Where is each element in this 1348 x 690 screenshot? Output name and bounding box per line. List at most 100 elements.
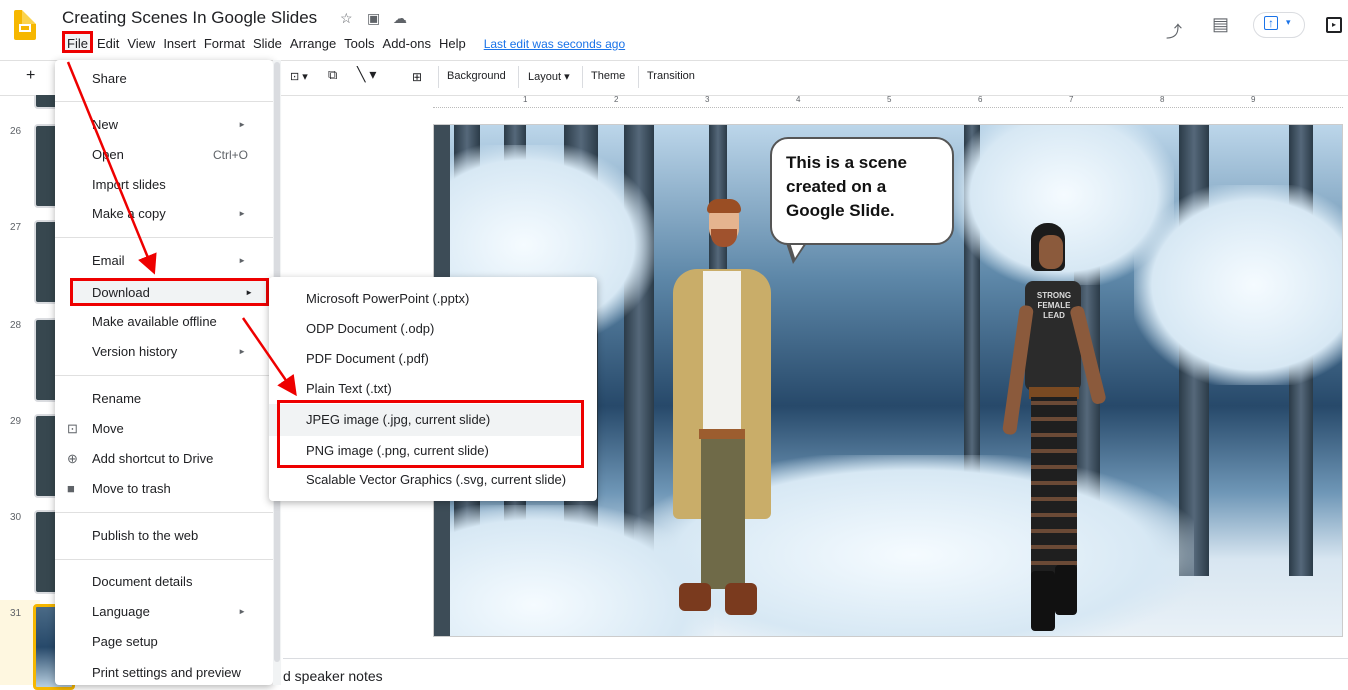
layout-label: Layout (528, 71, 562, 83)
ruler-mark: 5 (887, 95, 892, 104)
menu-item-label: Make a copy (92, 206, 166, 221)
menu-separator (55, 237, 273, 238)
image-icon[interactable]: ⊡ ▾ (290, 70, 308, 83)
menu-item-language[interactable]: Language ► (92, 601, 262, 623)
menu-slide[interactable]: Slide (249, 35, 286, 53)
menu-item-rename[interactable]: Rename (92, 388, 262, 410)
menu-item-email[interactable]: Email ► (92, 250, 262, 272)
man-beard (711, 229, 737, 247)
slides-logo[interactable] (14, 10, 36, 40)
woman-character[interactable]: STRONG FEMALE LEAD (989, 215, 1109, 635)
ruler-mark: 6 (978, 95, 983, 104)
speaker-notes-placeholder[interactable]: d speaker notes (283, 668, 383, 684)
last-edit-link[interactable]: Last edit was seconds ago (480, 35, 629, 53)
document-title[interactable]: Creating Scenes In Google Slides (62, 8, 317, 28)
new-slide-icon[interactable]: + (26, 67, 35, 85)
chevron-down-icon: ▾ (1286, 17, 1291, 27)
menu-item-label: Version history (92, 344, 178, 359)
menu-item-label: New (92, 117, 119, 132)
man-boot (725, 583, 757, 615)
menu-item-details[interactable]: Document details (92, 571, 262, 593)
folder-move-icon: ⊡ (67, 421, 78, 436)
present-button[interactable]: ↑ ▾ (1253, 12, 1305, 38)
woman-ripped-jeans (1031, 397, 1077, 577)
menu-file[interactable]: File (62, 31, 93, 53)
man-hair (707, 199, 741, 213)
shirt-text: STRONG FEMALE LEAD (1036, 291, 1072, 320)
snow-branches (1134, 185, 1342, 385)
shape-icon[interactable]: ⧉ (328, 67, 337, 83)
menu-addons[interactable]: Add-ons (379, 35, 435, 53)
download-pdf[interactable]: PDF Document (.pdf) (306, 347, 586, 371)
slide-number: 27 (10, 222, 22, 233)
side-panel-icon[interactable]: ▸ (1326, 17, 1342, 33)
ruler-mark: 7 (1069, 95, 1074, 104)
notes-divider[interactable] (283, 658, 1348, 659)
menu-item-make-offline[interactable]: Make available offline (92, 311, 262, 333)
speech-bubble[interactable]: This is a scene created on a Google Slid… (770, 137, 954, 245)
slide-number: 26 (10, 126, 22, 137)
menu-insert[interactable]: Insert (159, 35, 200, 53)
menu-item-publish[interactable]: Publish to the web (92, 525, 262, 547)
menu-format[interactable]: Format (200, 35, 249, 53)
submenu-arrow-icon: ► (238, 256, 246, 265)
image-formats-highlight-box (277, 400, 584, 468)
menu-item-open[interactable]: Open Ctrl+O (92, 144, 262, 166)
menu-item-add-shortcut[interactable]: Add shortcut to Drive (92, 448, 262, 470)
man-shirt (703, 271, 741, 441)
download-svg[interactable]: Scalable Vector Graphics (.svg, current … (306, 468, 586, 492)
comment-add-icon[interactable]: ⊞ (412, 70, 422, 84)
toolbar-separator (582, 66, 583, 88)
slide-number: 29 (10, 416, 22, 427)
menu-item-print-settings[interactable]: Print settings and preview (92, 662, 262, 684)
present-icon: ↑ (1264, 16, 1278, 30)
menu-tools[interactable]: Tools (340, 35, 378, 53)
slide-number: 28 (10, 320, 22, 331)
cloud-status-icon[interactable]: ☁ (393, 10, 407, 27)
folder-move-icon[interactable]: ▣ (367, 10, 380, 27)
download-txt[interactable]: Plain Text (.txt) (306, 377, 586, 401)
ruler-mark: 3 (705, 95, 710, 104)
add-shortcut-icon: ⊕ (67, 451, 78, 466)
menu-item-page-setup[interactable]: Page setup (92, 631, 262, 653)
chevron-down-icon: ▾ (561, 71, 570, 83)
ruler-mark: 1 (523, 95, 528, 104)
ruler-mark: 9 (1251, 95, 1256, 104)
menu-item-label: Language (92, 604, 150, 619)
menu-edit[interactable]: Edit (93, 35, 123, 53)
menu-view[interactable]: View (123, 35, 159, 53)
star-icon[interactable]: ☆ (340, 10, 353, 27)
submenu-arrow-icon: ► (238, 347, 246, 356)
ruler-mark: 8 (1160, 95, 1165, 104)
slide-number: 31 (10, 608, 22, 619)
theme-button[interactable]: Theme (591, 70, 625, 82)
comment-icon[interactable]: ▤ (1212, 14, 1229, 35)
woman-boot (1055, 565, 1077, 615)
menu-item-share[interactable]: Share (92, 68, 262, 90)
shortcut-label: Ctrl+O (212, 148, 248, 162)
menu-item-make-copy[interactable]: Make a copy ► (92, 203, 262, 225)
menu-item-move[interactable]: Move (92, 418, 262, 440)
menu-arrange[interactable]: Arrange (286, 35, 340, 53)
man-pants (701, 439, 745, 589)
submenu-arrow-icon: ► (238, 120, 246, 129)
background-button[interactable]: Background (447, 70, 506, 82)
menu-item-trash[interactable]: Move to trash (92, 478, 262, 500)
layout-button[interactable]: Layout ▾ (528, 70, 570, 83)
man-boot (679, 583, 711, 611)
toolbar-separator (518, 66, 519, 88)
menu-separator (55, 559, 273, 560)
menu-item-new[interactable]: New ► (92, 114, 262, 136)
line-icon[interactable]: ╲ ▾ (357, 66, 376, 83)
man-character[interactable] (667, 185, 777, 625)
woman-head (1039, 235, 1063, 269)
download-pptx[interactable]: Microsoft PowerPoint (.pptx) (306, 287, 586, 311)
woman-boot (1031, 571, 1055, 631)
transition-button[interactable]: Transition (647, 70, 695, 82)
menu-help[interactable]: Help (435, 35, 470, 53)
menu-item-version-history[interactable]: Version history ► (92, 341, 262, 363)
menu-item-import-slides[interactable]: Import slides (92, 174, 262, 196)
man-belt (699, 429, 745, 439)
download-odp[interactable]: ODP Document (.odp) (306, 317, 586, 341)
trending-icon[interactable]: ⤴ (1166, 18, 1182, 42)
